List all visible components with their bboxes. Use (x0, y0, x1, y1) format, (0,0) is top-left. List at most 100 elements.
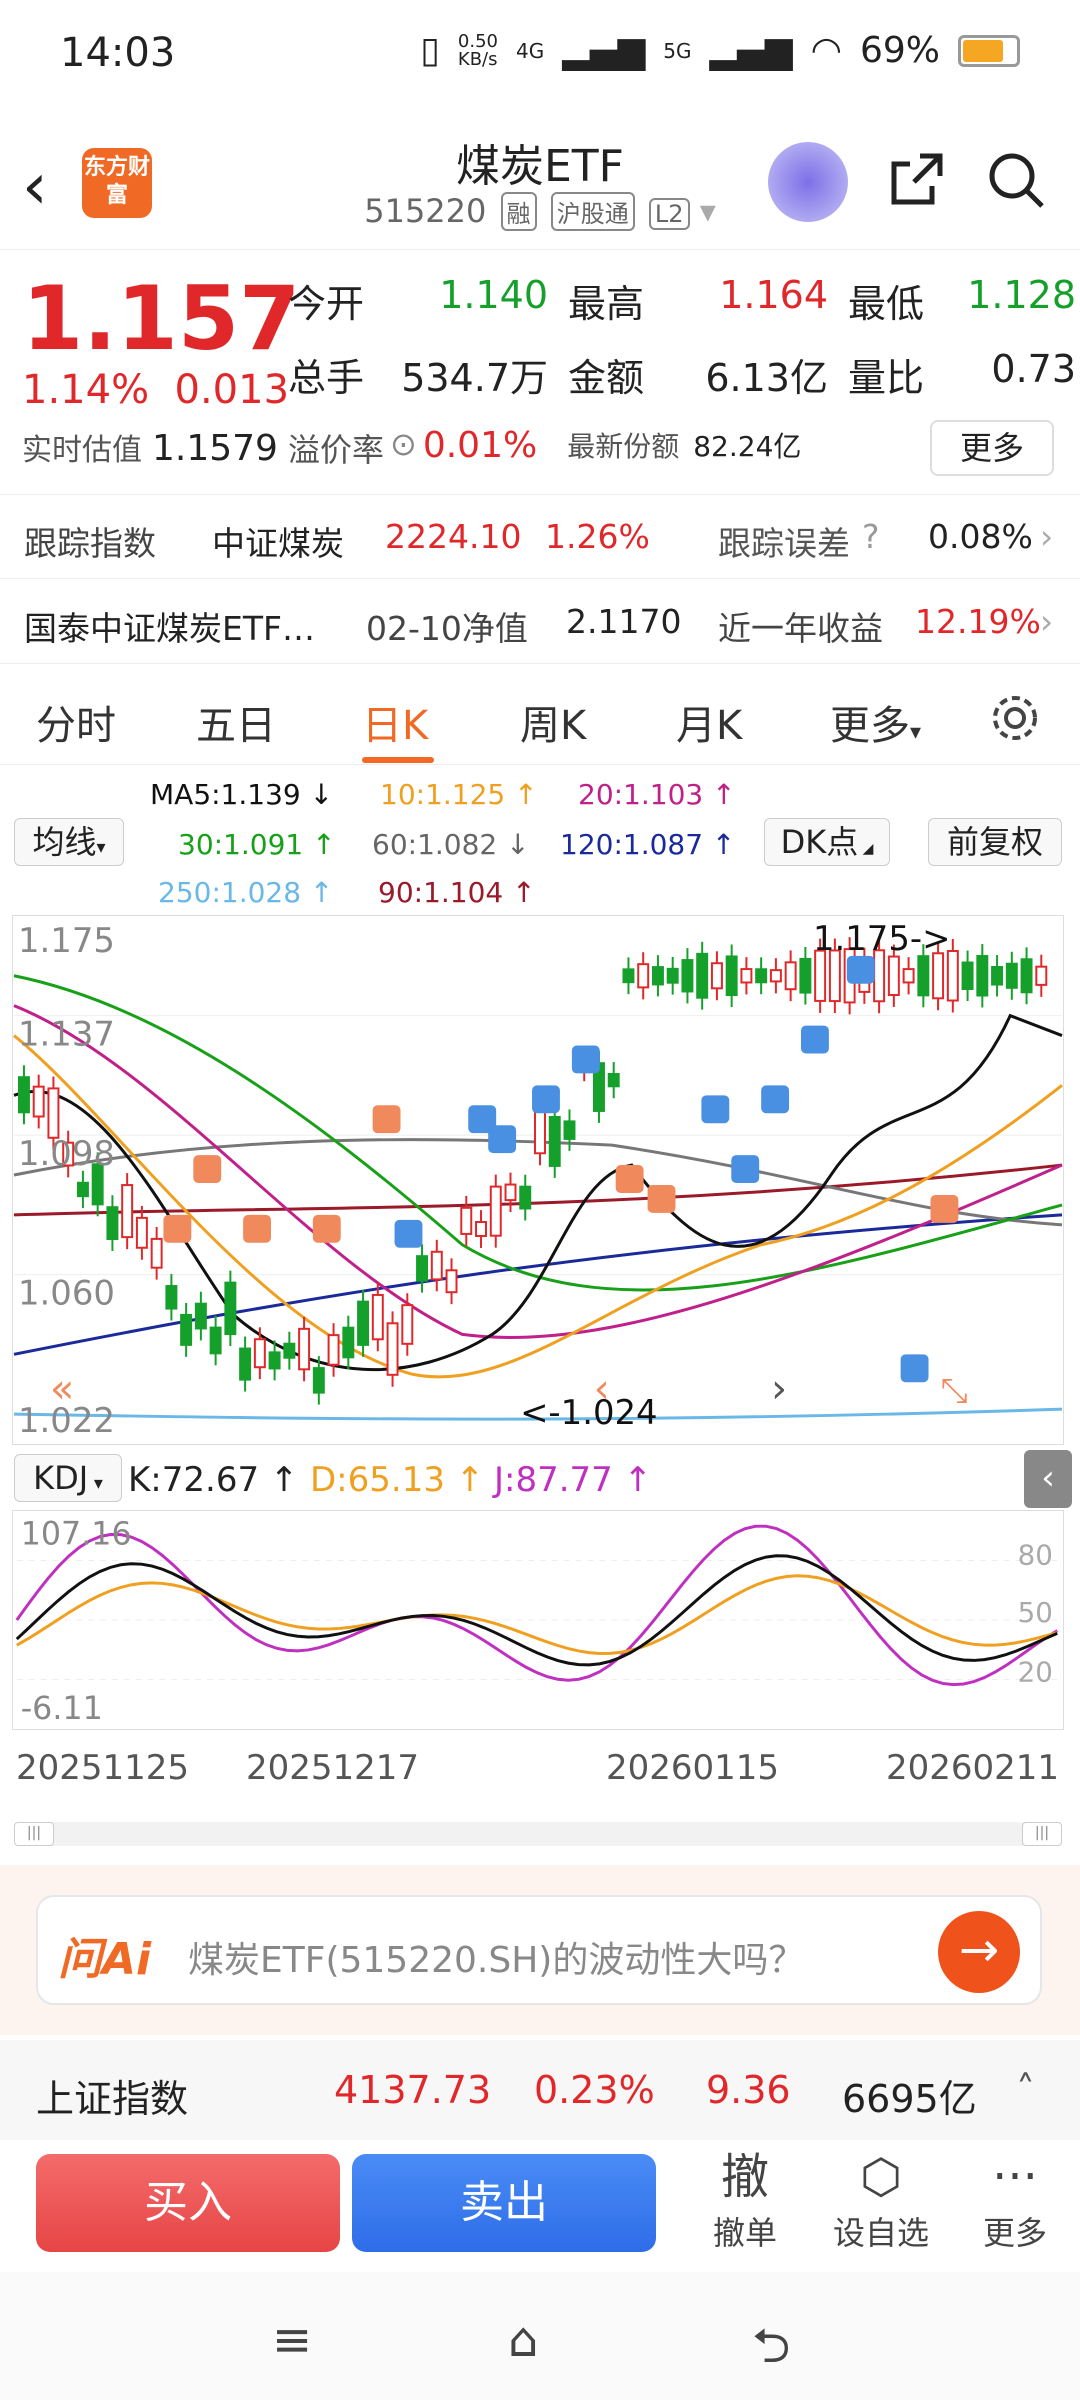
candle-body (401, 1304, 414, 1345)
candle-body (106, 1206, 119, 1241)
tab-weekly-k[interactable]: 周K (520, 693, 586, 751)
quote-row-3: 溢价率 ⊙ 0.01% 最新份额 82.24亿 (288, 425, 802, 469)
sell-button[interactable]: 卖出 (352, 2154, 656, 2252)
candles (17, 937, 1048, 1405)
index-ticker[interactable]: 上证指数 4137.73 0.23% 9.36 6695亿 ˄ (0, 2040, 1080, 2140)
tab-five-day[interactable]: 五日 (196, 693, 276, 751)
y-label-top: 1.175 (18, 921, 115, 960)
candle-body (991, 966, 1004, 986)
scroll-handle-left[interactable]: ||| (14, 1822, 54, 1846)
collapse-panel-icon[interactable]: ‹ (1024, 1450, 1072, 1508)
home-icon[interactable]: ⌂ (508, 2312, 538, 2368)
menu-icon[interactable]: ≡ (272, 2312, 312, 2368)
tab-intraday[interactable]: 分时 (36, 693, 116, 751)
ai-question-box[interactable]: 问Ai 煤炭ETF(515220.SH)的波动性大吗？ → (36, 1895, 1042, 2005)
date-label: 20251217 (246, 1748, 420, 1788)
candle-body (740, 968, 753, 984)
tag-level2: L2 (648, 198, 690, 230)
date-label: 20260115 (606, 1748, 780, 1788)
candle-body (710, 962, 723, 990)
tab-monthly-k[interactable]: 月K (676, 693, 742, 751)
candle-body (180, 1313, 193, 1346)
candle-body (445, 1269, 458, 1294)
y-label-2: 1.137 (18, 1015, 115, 1054)
candle-body (681, 959, 694, 993)
signal-badge (846, 955, 875, 984)
trade-bar: 买入 卖出 撤 撤单 ⬡ 设自选 ··· 更多 (0, 2140, 1080, 2270)
tab-daily-k[interactable]: 日K (362, 693, 428, 751)
back-nav-icon[interactable]: ⮌ (752, 2312, 790, 2393)
assistant-robot-icon[interactable] (768, 142, 848, 222)
y-label-3: 1.098 (18, 1134, 115, 1173)
date-axis: 20251125 20251217 20260115 20260211 (0, 1748, 1080, 1788)
candle-body (725, 955, 738, 997)
add-favorite-button[interactable]: ⬡ 设自选 (826, 2146, 936, 2254)
signal-badge (801, 1025, 829, 1054)
settings-gear-icon[interactable] (988, 691, 1042, 745)
net-speed: 0.50 KB/s (457, 30, 498, 70)
hexagon-icon: ⬡ (860, 2149, 902, 2205)
kline-chart[interactable]: 1.175 1.137 1.098 1.060 1.022 1.175-> <-… (12, 915, 1064, 1445)
tracking-index-row[interactable]: 跟踪指数 中证煤炭 2224.10 1.26% 跟踪误差 ? 0.08% › (0, 495, 1080, 579)
y-label-4: 1.060 (18, 1274, 115, 1313)
candle-body (194, 1302, 207, 1330)
more-dots-icon: ··· (992, 2149, 1038, 2205)
signal-badge (532, 1085, 560, 1114)
ma90-label: 90:1.104 ↑ (378, 876, 536, 909)
arrow-right-icon[interactable]: → (938, 1911, 1020, 1993)
ai-question[interactable]: 煤炭ETF(515220.SH)的波动性大吗？ (188, 1931, 804, 1983)
candle-body (239, 1347, 252, 1381)
index-pct: 0.23% (534, 2068, 655, 2112)
cancel-order-icon: 撤 (720, 2149, 769, 2205)
battery-percent: 69% (859, 30, 940, 71)
candle-body (976, 955, 989, 997)
quote-row-2: 总手 534.7万 金额 6.13亿 量比 0.73 (288, 347, 1076, 400)
ma-selector[interactable]: 均线▾ (14, 818, 124, 866)
signal-badge (193, 1155, 222, 1183)
candle-body (489, 1185, 502, 1237)
more-quote-button[interactable]: 更多 (930, 420, 1054, 476)
index-name: 上证指数 (36, 2077, 189, 2121)
candle-body (386, 1322, 399, 1376)
candle-body (784, 961, 797, 991)
candle-body (312, 1367, 325, 1394)
chart-scrollbar[interactable]: ||| ||| (14, 1822, 1062, 1846)
dk-point-toggle[interactable]: DK点 ◢ (764, 818, 890, 866)
kdj-bottom-label: -6.11 (21, 1691, 103, 1727)
ma5-label: MA5:1.139 ↓ (150, 778, 334, 811)
candle-body (666, 967, 679, 984)
tab-more[interactable]: 更多▾ (830, 693, 921, 751)
share-icon[interactable] (884, 148, 948, 212)
ma-lines (13, 974, 1063, 1421)
signal-badge (488, 1125, 517, 1154)
candle-body (887, 955, 900, 996)
period-tabs: 分时 五日 日K 周K 月K 更多▾ (0, 665, 1080, 765)
kdj-50-label: 50 (1018, 1596, 1053, 1629)
ma30-label: 30:1.091 ↑ (178, 828, 336, 861)
candle-body (607, 1073, 620, 1088)
signal-badge (394, 1219, 423, 1248)
search-icon[interactable] (984, 148, 1048, 212)
candle-body (165, 1285, 178, 1310)
candle-body (622, 968, 635, 984)
kdj-k: K:72.67 ↑ (128, 1460, 299, 1500)
signal-badge (900, 1354, 929, 1383)
ai-logo: 问Ai (58, 1934, 152, 1985)
price-change: 1.14% 0.013 (22, 367, 290, 413)
adjust-toggle[interactable]: 前复权 (928, 818, 1062, 866)
signal-icon: ▂▄▆ (562, 30, 646, 71)
chevron-up-icon[interactable]: ˄ (1016, 2068, 1035, 2112)
scroll-handle-right[interactable]: ||| (1022, 1822, 1062, 1846)
fund-row[interactable]: 国泰中证煤炭ETF… 02-10净值 2.1170 近一年收益 12.19% › (0, 580, 1080, 664)
help-icon: ? (862, 517, 880, 556)
more-menu-button[interactable]: ··· 更多 (960, 2146, 1070, 2254)
ma20-label: 20:1.103 ↑ (578, 778, 736, 811)
buy-button[interactable]: 买入 (36, 2154, 340, 2252)
cancel-order-button[interactable]: 撤 撤单 (690, 2146, 800, 2254)
candle-body (504, 1183, 517, 1202)
date-label: 20251125 (16, 1748, 190, 1788)
dropdown-icon: ▾ (699, 192, 716, 230)
kdj-chart[interactable]: 107.16 -6.11 80 50 20 (12, 1510, 1064, 1730)
indicator-selector[interactable]: KDJ ▾ (14, 1454, 122, 1502)
candle-body (902, 968, 915, 984)
